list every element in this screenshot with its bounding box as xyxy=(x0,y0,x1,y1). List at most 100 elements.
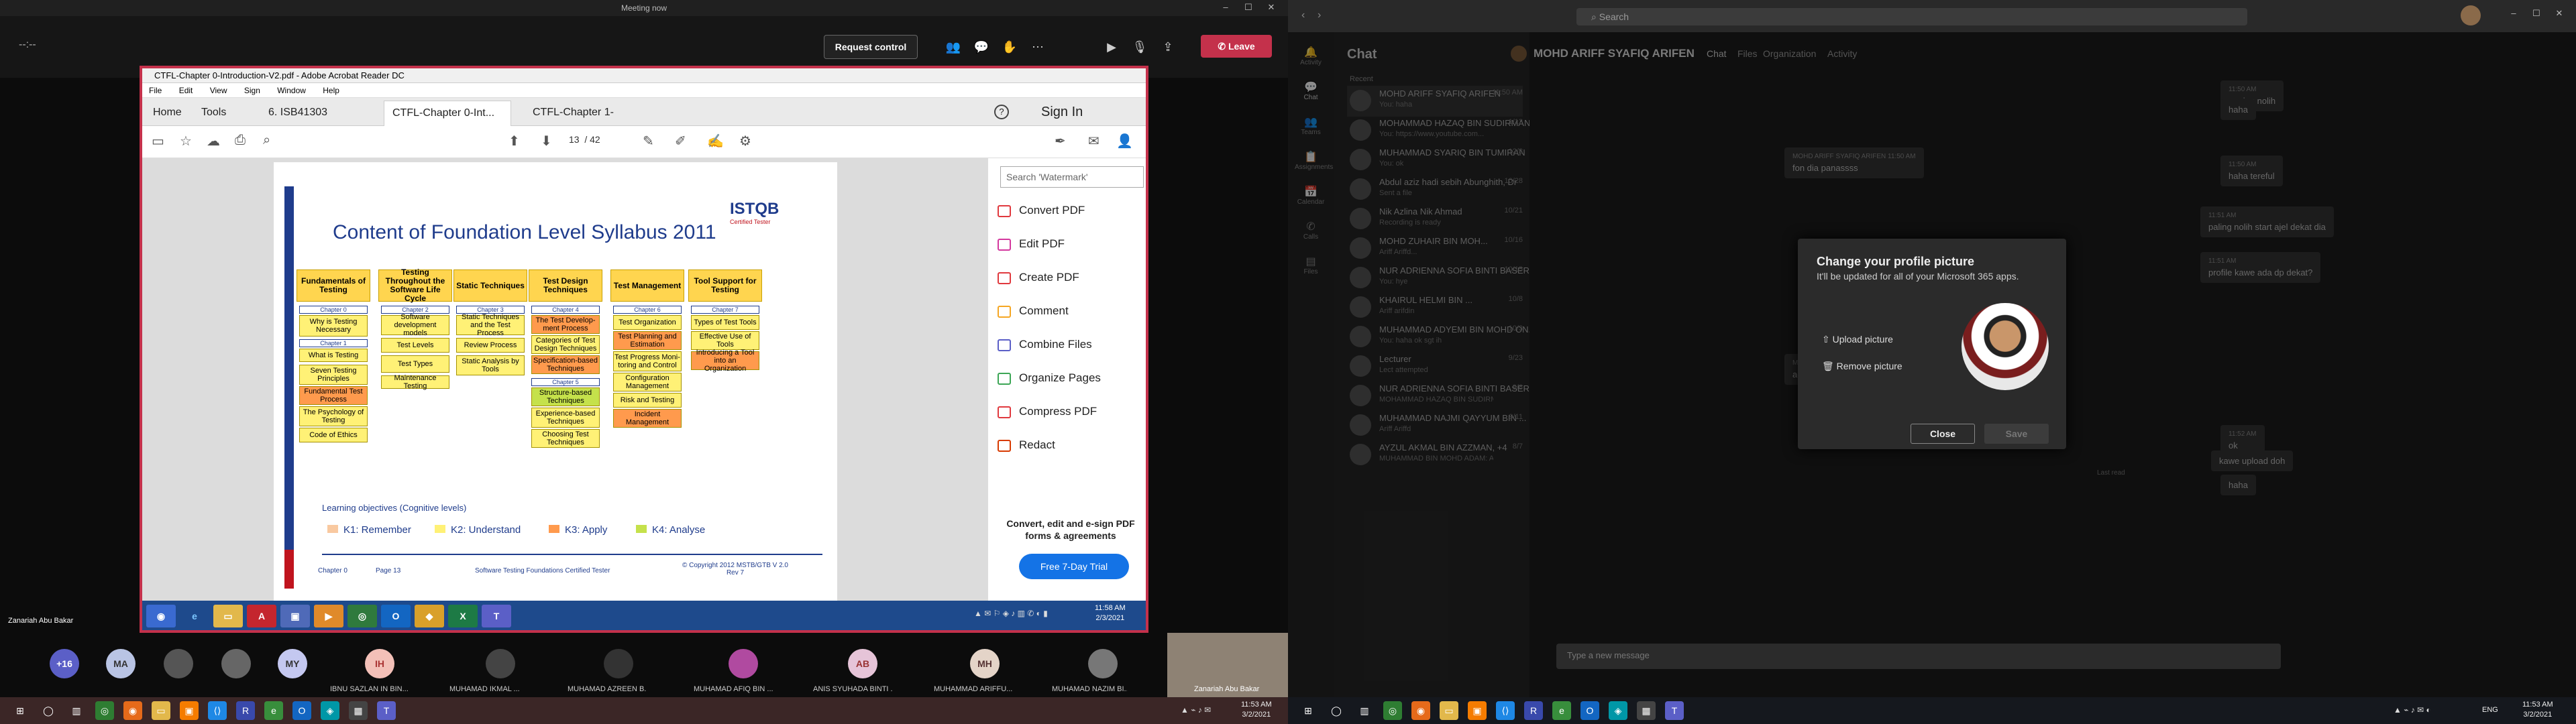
menu-edit[interactable]: Edit xyxy=(179,86,193,95)
tool-organize-pages[interactable]: Organize Pages xyxy=(998,367,1101,389)
teams-icon[interactable]: T xyxy=(1665,701,1684,720)
avatar-photo[interactable] xyxy=(486,649,515,678)
tab-doc-3[interactable]: CTFL-Chapter 1-Fu... xyxy=(525,101,639,142)
teams-icon[interactable]: T xyxy=(482,605,511,627)
tool-combine-files[interactable]: Combine Files xyxy=(998,334,1092,355)
start-icon[interactable]: ◉ xyxy=(146,605,176,627)
upload-picture-option[interactable]: ⇧ Upload picture xyxy=(1822,334,1893,345)
tab-doc-1[interactable]: 6. ISB41303 SOFT... xyxy=(260,101,374,142)
tray-icons[interactable]: ▲ ✉ ⚐ ◈ ♪ ▥ ✆ ◐ ▮ xyxy=(974,609,1048,618)
next-page-icon[interactable]: ⬇ xyxy=(541,133,552,149)
mail-icon[interactable]: ✉ xyxy=(1088,133,1099,149)
avatar[interactable]: IH xyxy=(365,649,394,678)
ide-icon[interactable]: R xyxy=(1524,701,1543,720)
tool-compress-pdf[interactable]: Compress PDF xyxy=(998,401,1097,422)
tool-redact[interactable]: Redact xyxy=(998,434,1055,456)
firefox-icon[interactable]: ◉ xyxy=(123,701,142,720)
edge-icon[interactable]: e xyxy=(1552,701,1571,720)
search-icon[interactable]: ◯ xyxy=(1327,701,1346,720)
tab-doc-2[interactable]: CTFL-Chapter 0-Int... xyxy=(384,101,511,126)
avatar-photo[interactable] xyxy=(164,649,193,678)
app2-icon[interactable]: ◆ xyxy=(415,605,444,627)
avatar-photo[interactable] xyxy=(729,649,758,678)
document-view[interactable]: Content of Foundation Level Syllabus 201… xyxy=(142,158,987,601)
tray-icons[interactable]: ▲ ⌁ ♪ ✉ ◐ xyxy=(2394,705,2431,715)
teams-search-input[interactable]: ⌕ Search xyxy=(1576,8,2247,25)
upload-icon[interactable]: ☁ xyxy=(207,133,220,149)
close-button[interactable]: Close xyxy=(1911,424,1975,444)
back-icon[interactable]: ‹ xyxy=(1301,9,1305,21)
share-screen-icon[interactable]: ⇪ xyxy=(1157,36,1179,58)
tools-search-input[interactable]: Search 'Watermark' xyxy=(1000,166,1144,188)
menu-file[interactable]: File xyxy=(149,86,162,95)
forward-icon[interactable]: › xyxy=(1318,9,1321,21)
comment-icon[interactable]: ✎ xyxy=(643,133,654,149)
avatar[interactable]: MH xyxy=(970,649,1000,678)
chat-icon[interactable]: 💬 xyxy=(970,36,993,58)
stamp-icon[interactable]: ⚙ xyxy=(739,133,751,149)
message-input[interactable]: Type a new message xyxy=(1556,644,2281,669)
zoom-icon[interactable]: ⌕ xyxy=(263,133,270,148)
menu-view[interactable]: View xyxy=(210,86,227,95)
avatar-photo[interactable] xyxy=(1088,649,1118,678)
media-icon[interactable]: ▶ xyxy=(314,605,343,627)
sign-in-button[interactable]: Sign In xyxy=(1041,98,1083,126)
tool-edit-pdf[interactable]: Edit PDF xyxy=(998,233,1065,255)
menu-window[interactable]: Window xyxy=(277,86,306,95)
request-control-button[interactable]: Request control xyxy=(824,35,918,59)
store-icon[interactable]: ▦ xyxy=(1637,701,1656,720)
highlight-icon[interactable]: ✐ xyxy=(675,133,686,149)
remove-picture-option[interactable]: 🗑 Remove picture xyxy=(1822,361,1902,372)
edge-icon[interactable]: e xyxy=(264,701,283,720)
sign-icon[interactable]: ✍ xyxy=(707,133,724,149)
app-icon[interactable]: ▣ xyxy=(280,605,310,627)
prev-page-icon[interactable]: ⬆ xyxy=(508,133,520,149)
avatar-photo[interactable] xyxy=(604,649,633,678)
mic-off-icon[interactable]: 🎙 xyxy=(1128,36,1151,58)
app-icon[interactable]: ▣ xyxy=(1468,701,1487,720)
maximize-icon[interactable]: ☐ xyxy=(1238,2,1258,13)
close-icon[interactable]: ✕ xyxy=(2549,8,2569,19)
save-icon[interactable]: ▭ xyxy=(152,133,164,149)
page-current[interactable]: 13 xyxy=(569,134,580,145)
chrome-icon[interactable]: ◎ xyxy=(347,605,377,627)
user-avatar[interactable] xyxy=(2461,5,2481,25)
task-view-icon[interactable]: ▥ xyxy=(1355,701,1374,720)
store-icon[interactable]: ▦ xyxy=(349,701,368,720)
page-indicator[interactable]: 13 / 42 xyxy=(569,134,600,145)
ide-icon[interactable]: R xyxy=(236,701,255,720)
app-icon[interactable]: ▣ xyxy=(180,701,199,720)
camera-off-icon[interactable]: ▶ xyxy=(1100,36,1123,58)
free-trial-button[interactable]: Free 7-Day Trial xyxy=(1019,554,1129,579)
outlook-icon[interactable]: O xyxy=(381,605,411,627)
save-button[interactable]: Save xyxy=(1984,424,2049,444)
excel-icon[interactable]: X xyxy=(448,605,478,627)
menu-help[interactable]: Help xyxy=(323,86,339,95)
folder-icon[interactable]: ▭ xyxy=(152,701,170,720)
task-view-icon[interactable]: ▥ xyxy=(67,701,86,720)
avatar[interactable]: MY xyxy=(278,649,307,678)
vscode-icon[interactable]: ⟨⟩ xyxy=(208,701,227,720)
ie-icon[interactable]: e xyxy=(180,605,209,627)
teams-icon[interactable]: T xyxy=(377,701,396,720)
start-icon[interactable]: ⊞ xyxy=(11,701,30,720)
close-icon[interactable]: ✕ xyxy=(1261,2,1281,13)
more-options-icon[interactable]: ⋯ xyxy=(1026,36,1049,58)
print-icon[interactable]: ⎙ xyxy=(235,133,246,148)
tab-tools[interactable]: Tools xyxy=(193,101,234,126)
language-indicator[interactable]: ENG xyxy=(2482,706,2498,714)
fill-sign-icon[interactable]: ✒ xyxy=(1055,133,1066,149)
star-icon[interactable]: ☆ xyxy=(180,133,192,149)
raise-hand-icon[interactable]: ✋ xyxy=(998,36,1021,58)
avatar[interactable]: MA xyxy=(106,649,136,678)
menu-sign[interactable]: Sign xyxy=(244,86,260,95)
avatar-photo[interactable] xyxy=(221,649,251,678)
tool-convert-pdf[interactable]: Convert PDF xyxy=(998,200,1085,221)
outlook-icon[interactable]: O xyxy=(292,701,311,720)
vscode-icon[interactable]: ⟨⟩ xyxy=(1496,701,1515,720)
firefox-icon[interactable]: ◉ xyxy=(1411,701,1430,720)
tab-home[interactable]: Home xyxy=(145,101,190,126)
tray-icons[interactable]: ▲ ⌁ ♪ ✉ xyxy=(1181,705,1211,715)
people-icon[interactable]: 👥 xyxy=(942,36,965,58)
tool-comment[interactable]: Comment xyxy=(998,300,1069,322)
